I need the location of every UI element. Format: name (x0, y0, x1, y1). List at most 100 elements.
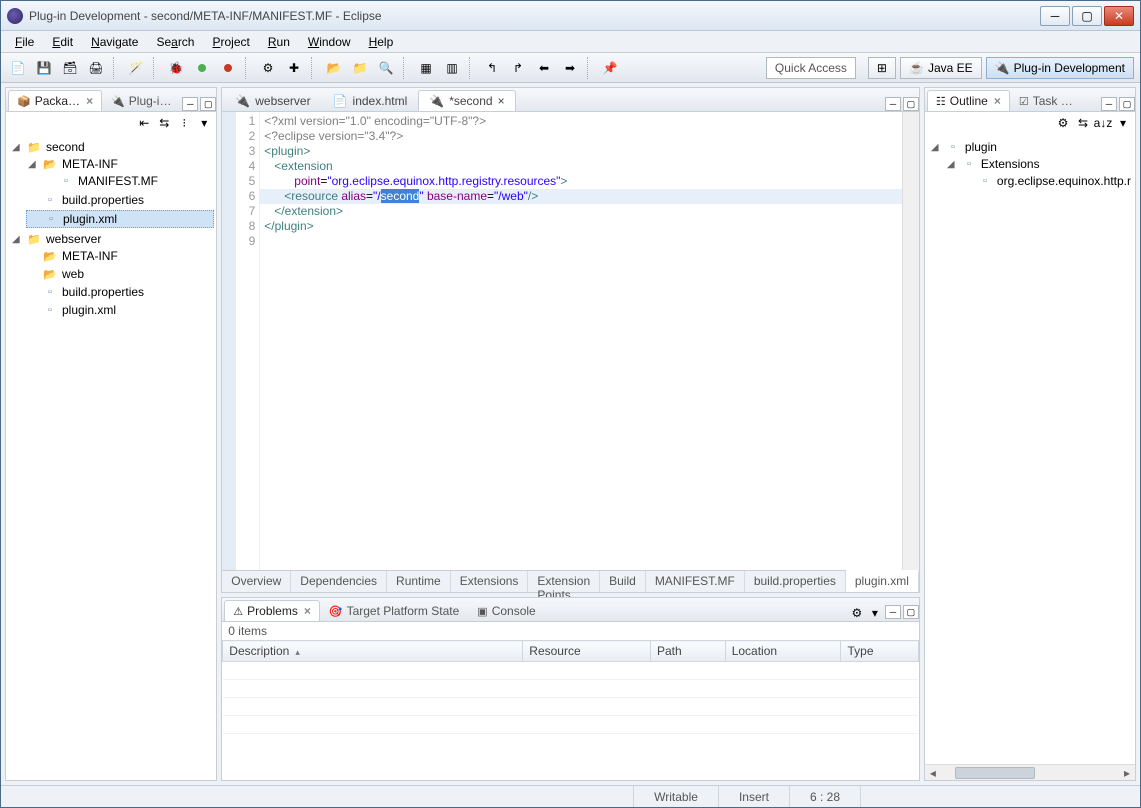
outline-menu-button[interactable]: ▾ (1115, 115, 1131, 131)
outline-horizontal-scrollbar[interactable]: ◂ ▸ (925, 764, 1135, 780)
editor-subtab-runtime[interactable]: Runtime (387, 571, 451, 592)
outline-tool1[interactable]: ⚙ (1055, 115, 1071, 131)
perspective-java-ee[interactable]: ☕ Java EE (900, 57, 982, 79)
tree-item-org-eclipse-equinox-http-r[interactable]: ▫org.eclipse.equinox.http.r (961, 173, 1133, 189)
maximize-outline-button[interactable]: ▢ (1119, 97, 1135, 111)
close-icon[interactable]: × (498, 94, 505, 108)
run-last-button[interactable] (217, 57, 239, 79)
search-button[interactable]: 🔍 (375, 57, 397, 79)
minimize-problems-button[interactable]: ─ (885, 605, 901, 619)
code-editor[interactable]: <?xml version="1.0" encoding="UTF-8"?><?… (260, 112, 902, 570)
save-all-button[interactable]: 🗃 (59, 57, 81, 79)
close-button[interactable]: ✕ (1104, 6, 1134, 26)
maximize-editor-button[interactable]: ▢ (903, 97, 919, 111)
open-perspective-button[interactable]: ⊞ (868, 57, 896, 79)
tree-item-extensions[interactable]: ◢▫Extensions (945, 156, 1133, 172)
tree-item-plugin-xml[interactable]: ▫plugin.xml (26, 210, 214, 228)
scrollbar-thumb[interactable] (955, 767, 1035, 779)
debug-button[interactable]: 🐞 (165, 57, 187, 79)
tree-item-build-properties[interactable]: ▫build.properties (26, 284, 214, 300)
tree-item-webserver[interactable]: ◢📁webserver (10, 231, 214, 247)
problems-table[interactable]: Description▴ResourcePathLocationType (222, 640, 919, 780)
menu-help[interactable]: Help (361, 33, 402, 51)
new-plugin-button[interactable]: ⚙ (257, 57, 279, 79)
editor-subtab-manifest-mf[interactable]: MANIFEST.MF (646, 571, 745, 592)
tree-item-meta-inf[interactable]: 📂META-INF (26, 248, 214, 264)
tab-package-explorer[interactable]: 📦 Packa… × (8, 90, 102, 111)
minimize-editor-button[interactable]: ─ (885, 97, 901, 111)
link-editor-button[interactable]: ⇆ (156, 115, 172, 131)
outline-tool2[interactable]: ⇆ (1075, 115, 1091, 131)
menu-file[interactable]: File (7, 33, 42, 51)
minimize-button[interactable]: ─ (1040, 6, 1070, 26)
tab-plugins[interactable]: 🔌 Plug-i… (102, 90, 180, 111)
package-explorer-tree[interactable]: ◢📁second◢📂META-INF▫MANIFEST.MF▫build.pro… (6, 134, 216, 780)
filters-button[interactable]: ⁝ (176, 115, 192, 131)
collapse-icon[interactable]: ◢ (12, 234, 22, 245)
tree-item-build-properties[interactable]: ▫build.properties (26, 192, 214, 208)
forward-button[interactable]: ➡ (559, 57, 581, 79)
close-icon[interactable]: × (994, 94, 1001, 108)
problems-col-resource[interactable]: Resource (523, 641, 651, 662)
problems-col-description[interactable]: Description▴ (223, 641, 523, 662)
editor-subtab-dependencies[interactable]: Dependencies (291, 571, 387, 592)
menu-project[interactable]: Project (204, 33, 257, 51)
outline-tree[interactable]: ◢▫plugin◢▫Extensions▫org.eclipse.equinox… (925, 134, 1135, 764)
problems-col-location[interactable]: Location (725, 641, 841, 662)
tree-item-meta-inf[interactable]: ◢📂META-INF (26, 156, 214, 172)
outline-sort-button[interactable]: a↓z (1095, 115, 1111, 131)
maximize-view-button[interactable]: ▢ (200, 97, 216, 111)
prev-annotation-button[interactable]: ↰ (481, 57, 503, 79)
tab-console[interactable]: ▣ Console (468, 600, 544, 621)
editor-subtab-extensions[interactable]: Extensions (451, 571, 529, 592)
print-button[interactable]: 🖨 (85, 57, 107, 79)
maximize-button[interactable]: ▢ (1072, 6, 1102, 26)
minimize-outline-button[interactable]: ─ (1101, 97, 1117, 111)
perspective-plugin-dev[interactable]: 🔌 Plug-in Development (986, 57, 1134, 79)
menu-navigate[interactable]: Navigate (83, 33, 146, 51)
editor-subtab-plugin-xml[interactable]: plugin.xml (846, 570, 919, 592)
pin-button[interactable]: 📌 (599, 57, 621, 79)
tab-task-list[interactable]: ☑ Task … (1010, 90, 1082, 111)
view-menu-button[interactable]: ▾ (196, 115, 212, 131)
open-type-button[interactable]: 📂 (323, 57, 345, 79)
collapse-icon[interactable]: ◢ (28, 159, 38, 170)
view-menu-button[interactable]: ⚙ (849, 605, 865, 621)
tab-outline[interactable]: ☷ Outline × (927, 90, 1010, 111)
editor-tab-index-html[interactable]: 📄 index.html (322, 90, 419, 111)
menu-window[interactable]: Window (300, 33, 359, 51)
breakpoint-bar[interactable] (222, 112, 236, 570)
wand-button[interactable]: 🪄 (125, 57, 147, 79)
editor-subtab-overview[interactable]: Overview (222, 571, 291, 592)
menu-edit[interactable]: Edit (44, 33, 81, 51)
editor-subtab-extension-points[interactable]: Extension Points (528, 571, 600, 592)
scroll-right-icon[interactable]: ▸ (1119, 765, 1135, 781)
menu-search[interactable]: Search (148, 33, 202, 51)
tab-target-platform[interactable]: 🎯 Target Platform State (320, 600, 468, 621)
tab-problems[interactable]: ⚠ Problems × (224, 600, 320, 621)
run-button[interactable] (191, 57, 213, 79)
problems-col-path[interactable]: Path (650, 641, 725, 662)
collapse-icon[interactable]: ◢ (12, 142, 22, 153)
toggle-button1[interactable]: ▦ (415, 57, 437, 79)
close-icon[interactable]: × (304, 604, 311, 618)
menu-run[interactable]: Run (260, 33, 298, 51)
collapse-icon[interactable]: ◢ (947, 159, 957, 170)
minimize-view-button[interactable]: ─ (182, 97, 198, 111)
vertical-scrollbar[interactable] (902, 112, 919, 570)
tree-item-web[interactable]: 📂web (26, 266, 214, 282)
editor-tab-webserver[interactable]: 🔌 webserver (224, 90, 321, 111)
problems-col-type[interactable]: Type (841, 641, 918, 662)
editor-subtab-build-properties[interactable]: build.properties (745, 571, 846, 592)
view-dropdown-button[interactable]: ▾ (867, 605, 883, 621)
open-task-button[interactable]: 📁 (349, 57, 371, 79)
close-icon[interactable]: × (86, 94, 93, 108)
next-annotation-button[interactable]: ↱ (507, 57, 529, 79)
tree-item-manifest-mf[interactable]: ▫MANIFEST.MF (42, 173, 214, 189)
quick-access[interactable]: Quick Access (766, 57, 856, 79)
collapse-icon[interactable]: ◢ (931, 142, 941, 153)
collapse-all-button[interactable]: ⇤ (136, 115, 152, 131)
back-button[interactable]: ⬅ (533, 57, 555, 79)
editor-tab-second[interactable]: 🔌 *second × (418, 90, 515, 111)
tree-item-plugin-xml[interactable]: ▫plugin.xml (26, 302, 214, 318)
